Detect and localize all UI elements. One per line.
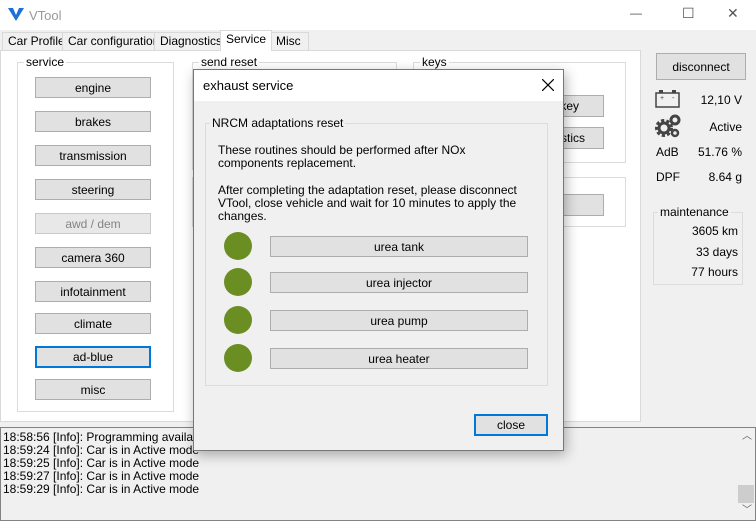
urea-heater-indicator [224,344,252,372]
vtool-logo-icon [8,8,24,21]
camera-360-button[interactable]: camera 360 [35,247,151,268]
infotainment-button[interactable]: infotainment [35,281,151,302]
engine-button[interactable]: engine [35,77,151,98]
window-title: VTool [29,8,62,23]
urea-injector-button[interactable]: urea injector [270,272,528,293]
dialog-title-bar: exhaust service [194,70,563,101]
nrcm-group-title: NRCM adaptations reset [210,116,346,130]
minimize-button[interactable]: — [630,6,642,20]
gears-icon [655,114,681,138]
close-window-button[interactable]: ✕ [727,5,739,22]
svg-text:+: + [660,95,664,102]
urea-injector-indicator [224,268,252,296]
tab-car-profile[interactable]: Car Profile [2,32,71,50]
transmission-button[interactable]: transmission [35,145,151,166]
dpf-value: 8.64 g [708,170,742,184]
urea-pump-indicator [224,306,252,334]
dialog-close-icon[interactable] [542,79,554,91]
awd-dem-button[interactable]: awd / dem [35,213,151,234]
urea-heater-button[interactable]: urea heater [270,348,528,369]
brakes-button[interactable]: brakes [35,111,151,132]
scroll-up-icon[interactable]: ︿ [742,430,752,443]
urea-tank-indicator [224,232,252,260]
maintenance-group: maintenance 3605 km 33 days 77 hours [653,205,743,285]
urea-pump-button[interactable]: urea pump [270,310,528,331]
dialog-title: exhaust service [203,78,294,93]
adb-label: AdB [656,145,679,159]
svg-text:-: - [672,95,675,102]
urea-tank-button[interactable]: urea tank [270,236,528,257]
tab-misc[interactable]: Misc [270,32,309,50]
scroll-down-icon[interactable]: ﹀ [742,504,752,517]
misc-button[interactable]: misc [35,379,151,400]
maintenance-title: maintenance [658,205,731,219]
tab-diagnostics[interactable]: Diagnostics [154,32,229,50]
dialog-text-1: These routines should be performed after… [218,143,466,170]
disconnect-button[interactable]: disconnect [656,53,746,80]
maximize-button[interactable]: ☐ [682,5,695,22]
title-bar: VTool — ☐ ✕ [0,0,756,30]
battery-icon: + - [655,90,680,108]
voltage-value: 12,10 V [700,93,742,107]
exhaust-service-dialog: exhaust service NRCM adaptations reset T… [193,69,564,451]
climate-button[interactable]: climate [35,313,151,334]
service-group-title: service [24,55,67,69]
steering-button[interactable]: steering [35,179,151,200]
mode-value: Active [709,120,742,134]
maintenance-km: 3605 km [691,224,738,238]
dpf-label: DPF [656,170,680,184]
maintenance-days: 33 days [695,245,738,259]
log-scrollbar[interactable]: ︿ ﹀ [737,428,755,520]
send-reset-title: send reset [199,55,260,69]
dialog-text-2: After completing the adaptation reset, p… [218,183,517,223]
tab-service[interactable]: Service [220,30,273,51]
dialog-close-button[interactable]: close [474,414,548,436]
log-line: 18:59:29 [Info]: Car is in Active mode [3,482,200,496]
maintenance-hours: 77 hours [691,265,738,279]
adb-value: 51.76 % [697,145,742,159]
tab-car-configuration[interactable]: Car configuration [62,32,166,50]
ad-blue-button[interactable]: ad-blue [35,346,151,368]
keys-title: keys [420,55,449,69]
scroll-thumb[interactable] [738,485,754,503]
